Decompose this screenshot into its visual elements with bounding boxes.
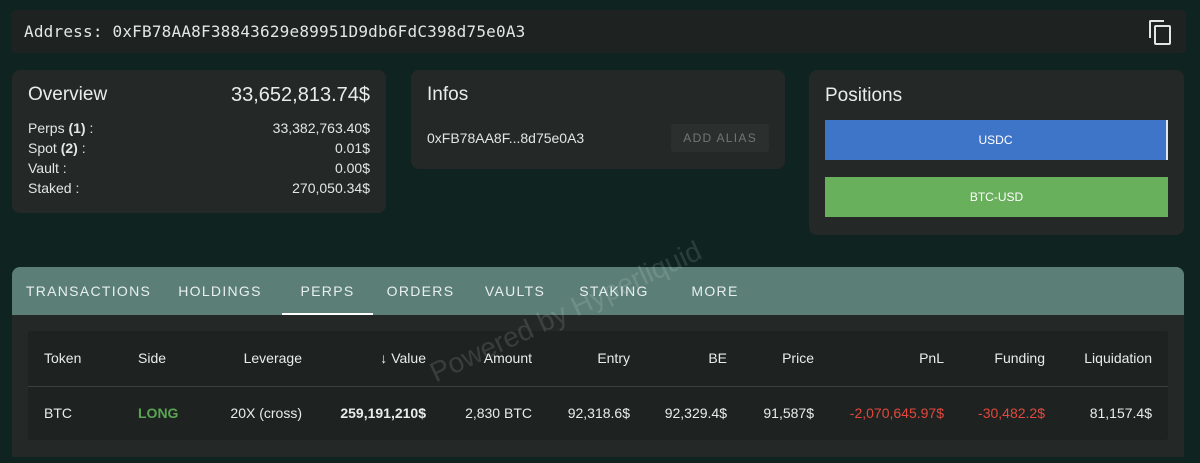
copy-icon[interactable] [1148, 19, 1172, 45]
perps-table: Token Side Leverage ↓ Value Amount Entry … [28, 331, 1168, 440]
overview-row-vault: Vault : 0.00$ [28, 160, 370, 176]
cell-pnl: -2,070,645.97$ [849, 405, 944, 421]
tab-staking[interactable]: STAKING [562, 267, 666, 315]
cell-value: 259,191,210$ [340, 405, 426, 421]
col-token[interactable]: Token [44, 331, 81, 386]
cell-entry: 92,318.6$ [567, 405, 630, 421]
infos-short-address: 0xFB78AA8F...8d75e0A3 [427, 130, 585, 146]
col-funding[interactable]: Funding [994, 331, 1045, 386]
cell-price: 91,587$ [763, 405, 814, 421]
overview-row-staked: Staked : 270,050.34$ [28, 180, 370, 196]
tab-orders[interactable]: ORDERS [373, 267, 468, 315]
cell-leverage: 20X (cross) [230, 405, 302, 421]
col-leverage[interactable]: Leverage [244, 331, 302, 386]
tab-bar: TRANSACTIONS HOLDINGS PERPS ORDERS VAULT… [12, 267, 1184, 315]
cell-liquidation: 81,157.4$ [1089, 405, 1152, 421]
cell-funding: -30,482.2$ [978, 405, 1045, 421]
tab-transactions[interactable]: TRANSACTIONS [17, 267, 160, 315]
position-btc-usd[interactable]: BTC-USD [825, 177, 1168, 217]
cell-side: LONG [138, 405, 179, 421]
position-usdc[interactable]: USDC [825, 120, 1168, 160]
overview-row-perps: Perps (1) : 33,382,763.40$ [28, 120, 370, 136]
col-entry[interactable]: Entry [597, 331, 630, 386]
positions-card: Positions USDC BTC-USD [809, 70, 1184, 235]
col-price[interactable]: Price [782, 331, 814, 386]
infos-title: Infos [427, 84, 469, 105]
cell-be: 92,329.4$ [664, 405, 727, 421]
col-be[interactable]: BE [708, 331, 727, 386]
col-amount[interactable]: Amount [484, 331, 532, 386]
sort-arrow-icon: ↓ [380, 350, 388, 366]
table-row[interactable]: BTC LONG 20X (cross) 259,191,210$ 2,830 … [28, 386, 1168, 441]
tab-panel: TRANSACTIONS HOLDINGS PERPS ORDERS VAULT… [12, 267, 1184, 457]
col-pnl[interactable]: PnL [919, 331, 944, 386]
overview-row-spot: Spot (2) : 0.01$ [28, 140, 370, 156]
col-value[interactable]: ↓ Value [380, 331, 426, 386]
tab-more[interactable]: MORE [666, 267, 764, 315]
tab-holdings[interactable]: HOLDINGS [160, 267, 280, 315]
infos-card: Infos 0xFB78AA8F...8d75e0A3 ADD ALIAS [411, 70, 785, 169]
col-side[interactable]: Side [138, 331, 166, 386]
add-alias-button[interactable]: ADD ALIAS [671, 124, 769, 152]
overview-title: Overview [28, 84, 108, 105]
col-liquidation[interactable]: Liquidation [1084, 331, 1152, 386]
positions-title: Positions [825, 85, 903, 106]
overview-total: 33,652,813.74$ [230, 83, 370, 106]
address-bar: Address: 0xFB78AA8F38843629e89951D9db6Fd… [11, 10, 1186, 53]
cell-amount: 2,830 BTC [465, 405, 532, 421]
table-header: Token Side Leverage ↓ Value Amount Entry … [28, 331, 1168, 387]
address-text: Address: 0xFB78AA8F38843629e89951D9db6Fd… [24, 22, 526, 41]
tab-perps[interactable]: PERPS [282, 267, 373, 315]
tab-vaults[interactable]: VAULTS [468, 267, 562, 315]
cell-token: BTC [44, 405, 72, 421]
overview-card: Overview 33,652,813.74$ Perps (1) : 33,3… [12, 70, 386, 213]
